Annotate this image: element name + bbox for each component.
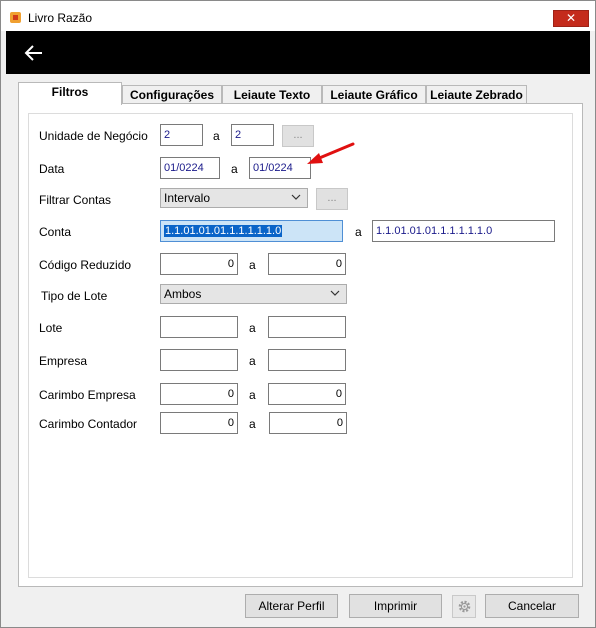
filtrar-contas-label: Filtrar Contas: [39, 193, 112, 207]
lote-sep: a: [249, 321, 256, 335]
conta-from-input[interactable]: 1.1.01.01.01.1.1.1.1.1.0: [160, 220, 343, 242]
unidade-label: Unidade de Negócio: [39, 129, 148, 143]
chevron-down-icon: [291, 194, 301, 200]
carimbo-contador-from-input[interactable]: 0: [160, 412, 238, 434]
unidade-to-input[interactable]: 2: [231, 124, 274, 146]
close-button[interactable]: ✕: [553, 10, 589, 27]
filtrar-contas-select[interactable]: Intervalo: [160, 188, 308, 208]
arrow-left-icon[interactable]: [22, 41, 46, 65]
filter-form: Unidade de Negócio 2 a 2 ... Data 01/022…: [28, 113, 573, 578]
carimbo-contador-to-input[interactable]: 0: [269, 412, 347, 434]
data-from-input[interactable]: 01/0224: [160, 157, 220, 179]
app-icon: [10, 12, 21, 23]
settings-button[interactable]: [452, 595, 476, 618]
filtrar-contas-value: Intervalo: [164, 191, 211, 205]
tab-leiaute-texto[interactable]: Leiaute Texto: [222, 85, 322, 104]
filter-panel: Unidade de Negócio 2 a 2 ... Data 01/022…: [18, 103, 583, 587]
tipo-lote-select[interactable]: Ambos: [160, 284, 347, 304]
empresa-to-input[interactable]: [268, 349, 346, 371]
carimbo-contador-label: Carimbo Contador: [39, 417, 138, 431]
alterar-perfil-button[interactable]: Alterar Perfil: [245, 594, 338, 618]
empresa-label: Empresa: [39, 354, 88, 368]
unidade-from-input[interactable]: 2: [160, 124, 203, 146]
tab-filtros[interactable]: Filtros: [18, 82, 122, 105]
tab-configuracoes[interactable]: Configurações: [122, 85, 222, 104]
tab-leiaute-zebrado[interactable]: Leiaute Zebrado: [426, 85, 527, 104]
carimbo-empresa-to-input[interactable]: 0: [268, 383, 346, 405]
imprimir-button[interactable]: Imprimir: [349, 594, 442, 618]
carimbo-empresa-sep: a: [249, 388, 256, 402]
empresa-from-input[interactable]: [160, 349, 238, 371]
filtrar-contas-button[interactable]: ...: [316, 188, 348, 210]
unidade-sep: a: [213, 129, 220, 143]
conta-label: Conta: [39, 225, 72, 239]
conta-to-input[interactable]: 1.1.01.01.01.1.1.1.1.1.0: [372, 220, 555, 242]
tab-leiaute-grafico[interactable]: Leiaute Gráfico: [322, 85, 426, 104]
empresa-sep: a: [249, 354, 256, 368]
gear-icon: [458, 600, 471, 613]
conta-sep: a: [355, 225, 362, 239]
codigo-reduzido-sep: a: [249, 258, 256, 272]
lote-from-input[interactable]: [160, 316, 238, 338]
tipo-lote-value: Ambos: [164, 287, 202, 301]
window-title: Livro Razão: [28, 11, 93, 25]
tipo-lote-label: Tipo de Lote: [41, 289, 108, 303]
cancelar-button[interactable]: Cancelar: [485, 594, 579, 618]
codigo-reduzido-from-input[interactable]: 0: [160, 253, 238, 275]
chevron-down-icon: [330, 290, 340, 296]
lote-label: Lote: [39, 321, 63, 335]
data-sep: a: [231, 162, 238, 176]
title-bar: Livro Razão ✕: [1, 1, 595, 31]
carimbo-empresa-from-input[interactable]: 0: [160, 383, 238, 405]
dialog-window: Livro Razão ✕ Filtros Configurações Leia…: [0, 0, 596, 628]
data-label: Data: [39, 162, 65, 176]
codigo-reduzido-to-input[interactable]: 0: [268, 253, 346, 275]
header-bar: [6, 31, 590, 74]
carimbo-contador-sep: a: [249, 417, 256, 431]
red-arrow-annotation: [307, 142, 355, 164]
codigo-reduzido-label: Código Reduzido: [39, 258, 132, 272]
carimbo-empresa-label: Carimbo Empresa: [39, 388, 136, 402]
lote-to-input[interactable]: [268, 316, 346, 338]
conta-from-value: 1.1.01.01.01.1.1.1.1.1.0: [164, 225, 283, 237]
